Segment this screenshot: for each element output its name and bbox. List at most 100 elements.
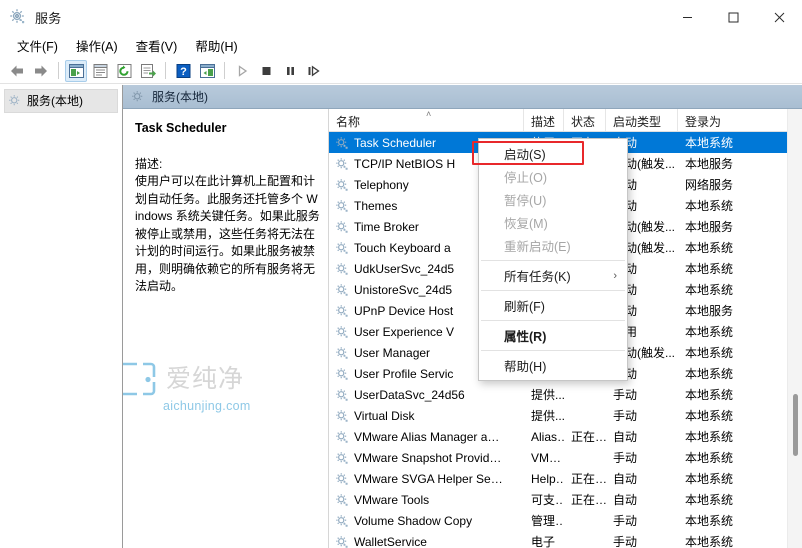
service-gear-icon <box>336 199 348 212</box>
stop-service-icon[interactable] <box>255 60 277 82</box>
show-action-pane-icon[interactable] <box>196 60 218 82</box>
pause-service-icon[interactable] <box>279 60 301 82</box>
cell-log-on-as: 本地系统 <box>685 241 734 255</box>
service-gear-icon <box>336 388 348 401</box>
back-arrow-icon[interactable] <box>6 60 28 82</box>
service-gear-icon <box>336 241 348 254</box>
table-row[interactable]: VMware SVGA Helper Se… Help… 正在… 自动 本地系统 <box>329 468 802 489</box>
cell-log-on-as: 本地系统 <box>685 388 734 402</box>
service-name-text: Volume Shadow Copy <box>354 513 473 528</box>
start-service-icon[interactable] <box>231 60 253 82</box>
cell-log-on-as: 本地系统 <box>685 136 734 150</box>
context-menu-item: 停止(O) <box>479 165 627 188</box>
menu-view[interactable]: 查看(V) <box>127 33 187 59</box>
cell-log-on-as: 本地系统 <box>685 472 734 486</box>
column-header-startup-type[interactable]: 启动类型 <box>606 109 678 131</box>
cell-description: Alias… <box>531 429 564 444</box>
cell-log-on-as: 本地系统 <box>685 535 734 548</box>
menu-help[interactable]: 帮助(H) <box>186 33 246 59</box>
help-icon[interactable]: ? <box>172 60 194 82</box>
gear-icon <box>9 8 27 26</box>
content-header: 服务(本地) <box>123 85 802 109</box>
context-menu-item-label: 恢复(M) <box>504 217 548 231</box>
menu-separator <box>481 290 625 291</box>
properties-icon[interactable] <box>89 60 111 82</box>
context-menu-item: 重新启动(E) <box>479 234 627 257</box>
content-pane: 服务(本地) Task Scheduler 描述: 使用户可以在此计算机上配置和… <box>123 85 802 548</box>
context-menu[interactable]: 启动(S) 停止(O) 暂停(U) 恢复(M) 重新启动(E) 所有任务(K) › 刷新(F)… <box>478 138 628 381</box>
menu-action[interactable]: 操作(A) <box>67 33 127 59</box>
toolbar-separator <box>58 62 59 79</box>
restart-service-icon[interactable] <box>303 60 325 82</box>
context-menu-item-label: 启动(S) <box>504 148 546 162</box>
main-area: 服务(本地) 服务(本地) Task Scheduler 描述: 使用户可以在此… <box>0 85 802 548</box>
toolbar-separator <box>165 62 166 79</box>
cell-log-on-as: 本地系统 <box>685 262 734 276</box>
column-header-description[interactable]: 描述 <box>524 109 564 131</box>
column-header-log-on-as[interactable]: 登录为 <box>678 109 748 131</box>
minimize-button[interactable] <box>664 0 710 34</box>
bracket-logo-icon <box>123 362 156 396</box>
context-menu-item[interactable]: 所有任务(K) › <box>479 264 627 287</box>
context-menu-item[interactable]: 属性(R) <box>479 324 627 347</box>
export-list-icon[interactable] <box>137 60 159 82</box>
scrollbar-thumb[interactable] <box>793 394 798 456</box>
service-name-text: VMware Alias Manager a… <box>354 429 500 444</box>
service-gear-icon <box>336 409 348 422</box>
vertical-scrollbar[interactable] <box>787 109 802 548</box>
menu-file[interactable]: 文件(F) <box>8 33 67 59</box>
service-name-text: WalletService <box>354 534 427 548</box>
context-menu-item[interactable]: 帮助(H) <box>479 354 627 377</box>
close-button[interactable] <box>756 0 802 34</box>
show-hide-console-tree-icon[interactable] <box>65 59 87 82</box>
table-row[interactable]: UserDataSvc_24d56 提供... 手动 本地系统 <box>329 384 802 405</box>
description-text: 使用户可以在此计算机上配置和计划自动任务。此服务还托管多个 Windows 系统… <box>135 174 320 293</box>
forward-arrow-icon[interactable] <box>30 60 52 82</box>
cell-service-name: Volume Shadow Copy <box>329 514 524 528</box>
service-gear-icon <box>336 283 348 296</box>
menu-bar: 文件(F) 操作(A) 查看(V) 帮助(H) <box>0 34 802 58</box>
content-header-label: 服务(本地) <box>152 90 208 104</box>
maximize-button[interactable] <box>710 0 756 34</box>
cell-log-on-as: 本地系统 <box>685 409 734 423</box>
service-gear-icon <box>336 178 348 191</box>
cell-status: 正在… <box>571 472 606 486</box>
toolbar: ? <box>0 58 802 84</box>
service-details-pane: Task Scheduler 描述: 使用户可以在此计算机上配置和计划自动任务。… <box>123 109 328 548</box>
service-name-text: UdkUserSvc_24d5 <box>354 261 455 276</box>
service-name-text: UPnP Device Host <box>354 303 454 318</box>
selected-service-title: Task Scheduler <box>135 121 227 135</box>
service-name-text: Telephony <box>354 177 409 192</box>
column-header-name[interactable]: 名称 ˄ <box>329 109 524 131</box>
service-gear-icon <box>336 346 348 359</box>
context-menu-item-label: 属性(R) <box>504 330 547 344</box>
table-row[interactable]: VMware Tools 可支… 正在… 自动 本地系统 <box>329 489 802 510</box>
cell-service-name: WalletService <box>329 535 524 548</box>
context-menu-item[interactable]: 刷新(F) <box>479 294 627 317</box>
cell-log-on-as: 本地服务 <box>685 157 734 171</box>
table-row[interactable]: VMware Alias Manager a… Alias… 正在… 自动 本地系统 <box>329 426 802 447</box>
column-header-status[interactable]: 状态 <box>564 109 606 131</box>
table-row[interactable]: VMware Snapshot Provid… VM… 手动 本地系统 <box>329 447 802 468</box>
context-menu-item[interactable]: 启动(S) <box>479 142 627 165</box>
toolbar-separator <box>224 62 225 79</box>
cell-log-on-as: 本地系统 <box>685 514 734 528</box>
service-gear-icon <box>336 535 348 548</box>
cell-log-on-as: 本地系统 <box>685 199 734 213</box>
table-row[interactable]: Volume Shadow Copy 管理… 手动 本地系统 <box>329 510 802 531</box>
table-row[interactable]: Virtual Disk 提供... 手动 本地系统 <box>329 405 802 426</box>
table-row[interactable]: WalletService 电子 手动 本地系统 <box>329 531 802 548</box>
cell-description: 提供... <box>531 409 564 423</box>
service-name-text: VMware SVGA Helper Se… <box>354 471 503 486</box>
cell-log-on-as: 本地服务 <box>685 220 734 234</box>
cell-startup-type: 手动 <box>613 535 638 548</box>
title-bar: 服务 <box>0 0 802 34</box>
menu-separator <box>481 260 625 261</box>
refresh-icon[interactable] <box>113 60 135 82</box>
cell-startup-type: 自动 <box>613 430 638 444</box>
context-menu-item: 暂停(U) <box>479 188 627 211</box>
cell-description: 电子 <box>531 535 556 548</box>
cell-log-on-as: 本地系统 <box>685 346 734 360</box>
service-name-text: Time Broker <box>354 219 419 234</box>
tree-item-services-local[interactable]: 服务(本地) <box>4 89 118 113</box>
